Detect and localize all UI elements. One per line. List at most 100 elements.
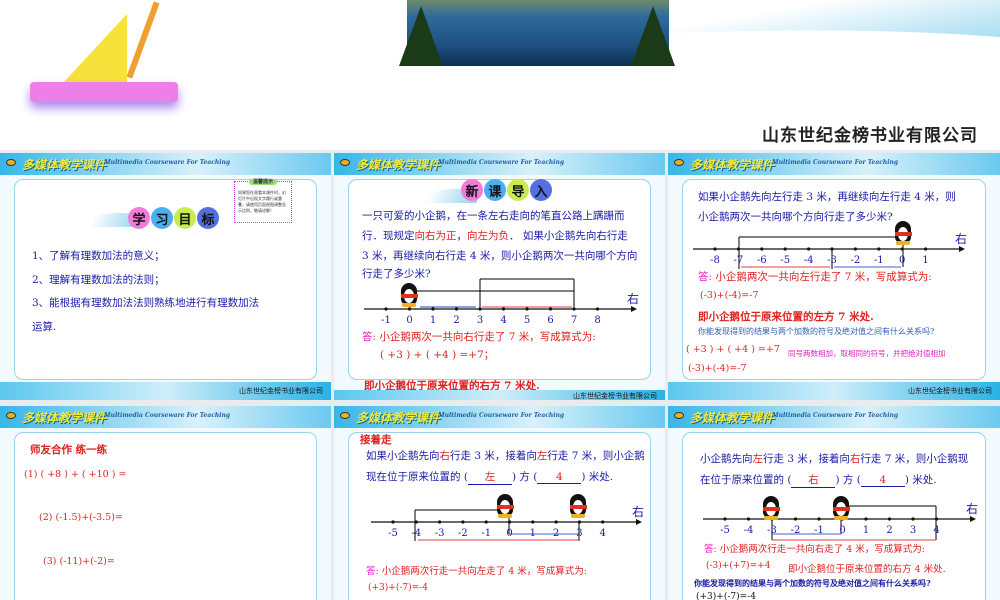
example-equation-2: (-3)+(-4)=-7: [688, 363, 747, 374]
tick-mark: [853, 247, 857, 251]
set-square-icon: [62, 14, 127, 84]
objective-3: 3、能根据有理数加法法则熟练地进行有理数加法: [32, 297, 260, 309]
objective-3-cont: 运算.: [32, 321, 57, 333]
exercise-item: (1) ( +8 ) + ( +10 ) =: [24, 469, 127, 480]
equation: (-3)+(+7)=+4: [706, 561, 771, 571]
penguin-image: [894, 221, 912, 245]
tick-mark: [572, 307, 576, 311]
tick-label: 3: [910, 525, 916, 536]
tick-label: 0: [506, 528, 512, 539]
conclusion: 即小企鹅位于原来位置的右方 4 米处.: [788, 564, 946, 575]
tick-mark: [900, 247, 904, 251]
slide-thumbnail-6[interactable]: 多媒体教学课件 Multimedia Courseware For Teachin…: [668, 406, 1000, 600]
tick-label: -8: [710, 255, 720, 266]
tick-label: 8: [594, 315, 600, 326]
ruler-icon: [30, 82, 178, 102]
tick-mark: [384, 307, 388, 311]
tick-mark: [793, 517, 798, 521]
slide-footer: 山东世纪金榜书业有限公司: [334, 390, 665, 400]
courseware-subtitle: Multimedia Courseware For Teaching: [104, 412, 231, 419]
tick-label: 0: [406, 315, 412, 326]
penguin-image: [400, 283, 418, 307]
answer-text: 小企鹅两次行走一共向右走了 4 米，写成算式为:: [716, 544, 926, 555]
answer-text: 小企鹅两次一共向左行走了 7 米，写成算式为:: [712, 271, 932, 283]
tip-body: 如果您在观看本课件时，幻灯片中出现文字跳行或重叠，请使用页面视图调整显示比例，敬…: [238, 190, 286, 213]
tick-label: -4: [411, 528, 421, 539]
tick-label: 3: [477, 315, 483, 326]
slide-thumbnail-2[interactable]: 多媒体教学课件 Multimedia Courseware For Teachin…: [334, 153, 665, 400]
arrow-head-icon: [970, 516, 976, 522]
answer-prefix: 答:: [366, 566, 379, 577]
tick-mark: [484, 520, 488, 524]
slide-header: 多媒体教学课件 Multimedia Courseware For Teachin…: [0, 406, 331, 428]
badge-char: 标: [197, 207, 219, 229]
tip-box: 温馨提示如果您在观看本课件时，幻灯片中出现文字跳行或重叠，请使用页面视图调整显示…: [234, 179, 292, 223]
question: 你能发现得到的结果与两个加数的符号及绝对值之间有什么关系吗?: [698, 327, 935, 336]
tick-mark: [501, 307, 506, 311]
question: 你能发现得到的结果与两个加数的符号及绝对值之间有什么关系吗?: [694, 578, 931, 588]
equation: ( +3 ) + ( +4 ) =+7；: [380, 349, 495, 361]
company-name: 山东世纪金榜书业有限公司: [762, 126, 978, 146]
tick-label: 1: [430, 315, 436, 326]
tick-mark: [817, 517, 821, 521]
tick-mark: [595, 307, 600, 311]
tick-mark: [414, 520, 418, 524]
number-line: -1 0 1 2 3 4 5 6 7 8 右: [364, 278, 639, 326]
slide-thumbnail-5[interactable]: 多媒体教学课件 Multimedia Courseware For Teachin…: [334, 406, 665, 600]
equation: (-3)+(-4)=-7: [700, 290, 759, 301]
penguin-image: [762, 496, 780, 520]
courseware-subtitle: Multimedia Courseware For Teaching: [104, 159, 231, 166]
tick-label: -7: [734, 255, 744, 266]
eye-icon: [6, 412, 16, 419]
exercise-title: 师友合作 练一练: [30, 444, 108, 456]
tick-mark: [877, 247, 881, 251]
section-badge: 学习目标: [128, 207, 219, 229]
slide-thumbnail-1[interactable]: 多媒体教学课件 Multimedia Courseware For Teachin…: [0, 153, 331, 400]
courseware-logo: 多媒体教学课件: [22, 411, 107, 425]
footer-company: 山东世纪金榜书业有限公司: [908, 387, 992, 395]
tick-label: 4: [600, 528, 606, 539]
arrow-head-icon: [631, 306, 637, 312]
tick-label: -5: [720, 525, 730, 536]
direction-label: 右: [966, 501, 978, 516]
penguin-image: [496, 494, 514, 518]
exercise-item: (2) (-1.5)+(-3.5)=: [39, 512, 123, 523]
answer-line: 答: 小企鹅两次行走一共向左走了 4 米，写成算式为:: [366, 563, 587, 577]
tick-mark: [887, 517, 892, 521]
tick-label: 3: [576, 528, 582, 539]
direction-label: 右: [627, 291, 639, 306]
slide-header: 多媒体教学课件 Multimedia Courseware For Teachin…: [0, 153, 331, 175]
answer-prefix: 答:: [704, 544, 717, 555]
tick-label: -5: [388, 528, 398, 539]
penguin-image: [569, 494, 587, 518]
tick-mark: [601, 520, 605, 524]
tick-label: 1: [863, 525, 869, 536]
badge-char: 习: [151, 207, 173, 229]
example-equation-1: ( +3 ) + ( +4 ) =+7: [686, 344, 780, 355]
answer-text: 小企鹅两次一共向右行走了 7 米，写成算式为:: [376, 331, 596, 343]
tick-mark: [548, 307, 553, 311]
tick-mark: [391, 520, 395, 524]
tick-label: -4: [804, 255, 814, 266]
tick-mark: [478, 307, 482, 311]
tick-mark: [438, 520, 442, 524]
slide-thumbnail-3[interactable]: 多媒体教学课件 Multimedia Courseware For Teachin…: [668, 153, 1000, 400]
tick-label: -1: [814, 525, 824, 536]
tip-title: 温馨提示: [249, 179, 278, 185]
tick-mark: [507, 520, 512, 524]
tick-mark: [525, 307, 529, 311]
tick-label: -2: [851, 255, 861, 266]
tick-mark: [531, 520, 535, 524]
addition-rule: 同号两数相加，取相同的符号，并把绝对值相加: [788, 349, 946, 358]
slide-thumbnail-4[interactable]: 多媒体教学课件 Multimedia Courseware For Teachin…: [0, 406, 331, 600]
tick-label: -2: [458, 528, 468, 539]
objective-2: 2、理解有理数加法的法则；: [32, 274, 165, 286]
tick-label: -3: [827, 255, 837, 266]
tick-label: 2: [886, 525, 892, 536]
eye-icon: [6, 159, 16, 166]
tick-mark: [461, 520, 465, 524]
tick-mark: [864, 517, 868, 521]
exercise-item: (3) (-11)+(-2)=: [43, 556, 115, 567]
slide-footer: 山东世纪金榜书业有限公司: [668, 382, 1000, 400]
objective-1: 1、了解有理数加法的意义；: [32, 250, 165, 262]
